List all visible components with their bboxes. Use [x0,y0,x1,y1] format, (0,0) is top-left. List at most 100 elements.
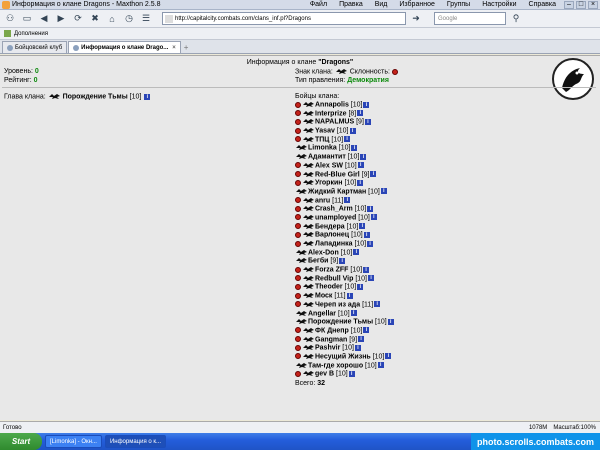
addons-label[interactable]: Дополнения [14,31,48,37]
info-icon[interactable]: i [351,144,358,151]
info-icon[interactable]: i [354,344,361,351]
stop-icon[interactable]: ✖ [88,12,102,26]
info-icon[interactable]: i [385,353,392,360]
new-page-icon[interactable]: ▭ [20,12,34,26]
clock-icon[interactable]: ◷ [122,12,136,26]
member-name[interactable]: Череп из ада [315,301,360,308]
member-name[interactable]: Limonka [308,145,337,152]
info-icon[interactable]: i [367,205,374,212]
info-icon[interactable]: i [357,162,364,169]
info-icon[interactable]: i [353,249,360,256]
member-name[interactable]: Angellar [308,310,336,317]
menu-view[interactable]: Вид [375,1,388,8]
menu-edit[interactable]: Правка [339,1,363,8]
info-icon[interactable]: i [349,127,356,134]
menu-groups[interactable]: Группы [447,1,470,8]
member-name[interactable]: gev B [315,371,334,378]
member-row: gev B [10] i [295,370,394,379]
member-name[interactable]: Alex SW [315,162,343,169]
maximize-icon[interactable]: □ [576,0,586,9]
head-name[interactable]: Порождение Тьмы [63,93,128,100]
info-icon[interactable]: i [370,214,377,221]
government-label: Тип правления: [295,77,346,84]
tab-close-icon[interactable]: × [172,45,176,51]
member-name[interactable]: Interprize [315,110,347,117]
info-icon[interactable]: i [364,118,371,125]
new-tab-icon[interactable]: + [184,43,194,53]
address-bar[interactable]: http://capitalcity.combats.com/clans_inf… [162,12,406,25]
member-name[interactable]: Yasav [315,127,335,134]
info-icon[interactable]: i [387,318,394,325]
member-name[interactable]: Alex-Don [308,249,339,256]
info-icon[interactable]: i [377,362,384,369]
info-icon[interactable]: i [339,257,346,264]
refresh-icon[interactable]: ⟳ [71,12,85,26]
member-name[interactable]: Theoder [315,284,343,291]
member-name[interactable]: unamployed [315,214,356,221]
taskbar-item-limonka[interactable]: [Limonka] - Окн... [45,435,102,448]
member-name[interactable]: Там-где хорошо [308,362,363,369]
menu-favorites[interactable]: Избранное [399,1,434,8]
member-name[interactable]: Red-Blue Girl [315,171,360,178]
member-name[interactable]: NAPALMUS [315,119,354,126]
member-name[interactable]: Моск [315,292,332,299]
member-name[interactable]: Annapolis [315,101,349,108]
member-name[interactable]: Gangman [315,336,347,343]
go-icon[interactable]: ➜ [409,12,423,26]
member-name[interactable]: Бегби [308,258,328,265]
tab-clan-info[interactable]: Информация о клане Drago... × [68,41,181,53]
info-icon[interactable]: i [357,179,364,186]
info-icon[interactable]: i [348,370,355,377]
info-icon[interactable]: i [357,110,364,117]
users-icon[interactable]: ⚇ [3,12,17,26]
search-icon[interactable]: ⚲ [509,12,523,26]
info-icon[interactable]: i [363,101,370,108]
search-input[interactable]: Google [434,12,506,25]
member-name[interactable]: Forza ZFF [315,266,348,273]
menu-help[interactable]: Справка [529,1,556,8]
taskbar-item-clan-info[interactable]: Информация о к... [104,435,166,448]
info-icon[interactable]: i [346,292,353,299]
member-name[interactable]: Жидкий Картман [308,188,366,195]
menu-file[interactable]: Файл [310,1,327,8]
info-icon[interactable]: i [350,310,357,316]
info-icon[interactable]: i [344,197,351,204]
member-name[interactable]: Лападинка [315,240,352,247]
info-icon[interactable]: i [363,266,370,273]
history-icon[interactable]: ☰ [139,12,153,26]
member-name[interactable]: anru [315,197,330,204]
info-icon[interactable]: i [374,301,381,308]
tab-fight-club[interactable]: Бойцовский клуб [2,41,68,53]
member-name[interactable]: Crash_Arm [315,206,353,213]
info-icon[interactable]: i [344,136,351,143]
member-name[interactable]: Redbull Vip [315,275,353,282]
info-icon[interactable]: i [367,240,374,247]
info-icon[interactable]: i [380,188,387,195]
back-icon[interactable]: ◀ [37,12,51,26]
home-icon[interactable]: ⌂ [105,12,119,26]
member-name[interactable]: Бендера [315,223,345,230]
info-icon[interactable]: i [368,275,375,282]
start-button[interactable]: Start [0,433,42,450]
minimize-icon[interactable]: – [564,0,574,9]
zoom-indicator[interactable]: Масштаб:100% [553,425,596,431]
member-name[interactable]: Несущий Жизнь [315,353,371,360]
member-name[interactable]: Адамантит [308,153,346,160]
member-name[interactable]: TПЦ [315,136,329,143]
member-name[interactable]: Угоркин [315,180,343,187]
info-icon[interactable]: i [359,223,366,230]
forward-icon[interactable]: ▶ [54,12,68,26]
member-name[interactable]: Варлонец [315,232,349,239]
info-icon[interactable]: i [358,336,365,343]
info-icon[interactable]: i [370,171,377,177]
member-name[interactable]: ФК Днепр [315,327,349,334]
info-icon[interactable]: i [144,93,151,100]
info-icon[interactable]: i [360,153,367,160]
info-icon[interactable]: i [363,231,370,238]
menu-settings[interactable]: Настройки [482,1,516,8]
member-name[interactable]: Pashvir [315,345,340,352]
member-name[interactable]: Порождение Тьмы [308,319,373,326]
info-icon[interactable]: i [363,327,370,334]
info-icon[interactable]: i [357,283,364,290]
close-icon[interactable]: × [588,0,598,9]
